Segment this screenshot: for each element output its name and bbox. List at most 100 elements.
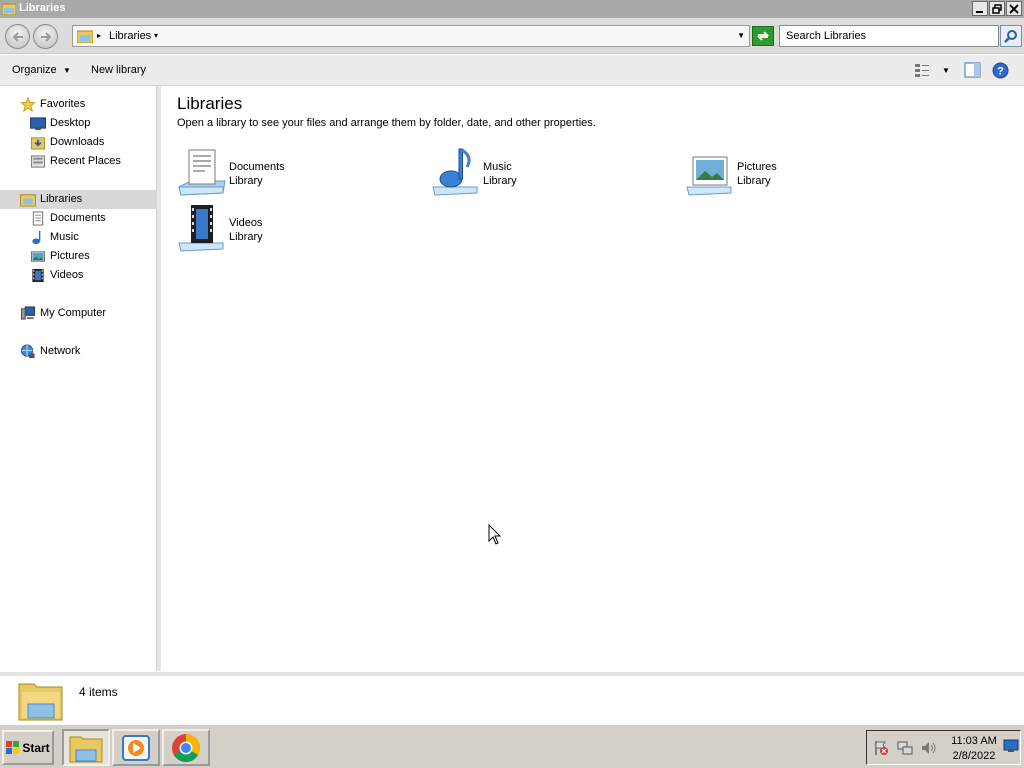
videos-film-icon (32, 268, 44, 283)
videos-library-icon (178, 205, 224, 252)
nav-desktop[interactable]: Desktop (0, 114, 157, 133)
library-item-documents[interactable]: Documents Library (177, 147, 417, 199)
organize-button[interactable]: Organize (12, 64, 57, 76)
clock-time[interactable]: 11:03 AM (951, 735, 997, 747)
nav-pictures-label: Pictures (50, 250, 90, 262)
restore-button[interactable] (989, 1, 1005, 16)
refresh-button[interactable] (752, 26, 774, 46)
nav-favorites-label: Favorites (40, 98, 86, 110)
library-item-music[interactable]: Music Library (431, 147, 671, 199)
nav-network[interactable]: Network (0, 342, 157, 361)
network-status-icon[interactable] (897, 740, 913, 756)
address-bar[interactable]: ▸ Libraries ▾ ▼ (72, 25, 750, 47)
volume-icon[interactable] (921, 740, 937, 756)
computer-icon (20, 306, 36, 320)
nav-desktop-label: Desktop (50, 117, 91, 129)
item-count: 4 items (79, 685, 118, 699)
close-icon (1009, 3, 1019, 14)
refresh-icon (756, 31, 770, 41)
nav-downloads-label: Downloads (50, 136, 105, 148)
windows-logo-icon (6, 740, 20, 754)
search-input[interactable]: Search Libraries (779, 25, 999, 47)
nav-libraries[interactable]: Libraries (0, 190, 157, 209)
command-bar: Organize ▼ New library ▼ ? (0, 55, 1024, 86)
nav-libraries-label: Libraries (40, 193, 83, 205)
documents-icon (32, 211, 44, 226)
nav-recent-places-label: Recent Places (50, 155, 121, 167)
search-button[interactable] (1000, 25, 1022, 47)
favorites-star-icon (20, 97, 36, 112)
network-globe-icon (20, 344, 35, 359)
library-type: Library (229, 231, 263, 243)
libraries-folder-icon (18, 683, 63, 721)
new-library-button[interactable]: New library (91, 64, 146, 76)
details-pane: 4 items (0, 672, 1024, 724)
nav-documents[interactable]: Documents (0, 209, 157, 228)
libraries-folder-icon (2, 3, 16, 15)
system-tray: 11:03 AM 2/8/2022 (866, 730, 1021, 765)
view-options-dropdown-icon[interactable]: ▼ (942, 66, 950, 75)
library-name: Documents (229, 161, 285, 173)
forward-button[interactable] (33, 24, 58, 49)
libraries-folder-icon (20, 194, 36, 207)
content-area: Libraries Open a library to see your fil… (161, 86, 1024, 671)
music-library-icon (432, 148, 478, 196)
show-desktop-icon[interactable] (1003, 739, 1019, 753)
address-history-dropdown-icon[interactable]: ▼ (737, 31, 745, 40)
nav-music[interactable]: Music (0, 228, 157, 247)
pictures-icon (30, 251, 46, 262)
restore-icon (992, 3, 1002, 14)
breadcrumb-libraries[interactable]: Libraries (109, 30, 151, 42)
library-name: Videos (229, 217, 263, 229)
library-name: Pictures (737, 161, 777, 173)
mouse-cursor-icon (488, 524, 502, 545)
nav-network-label: Network (40, 345, 81, 357)
taskbar: Start 11:03 AM 2/8/2022 (0, 724, 1024, 768)
media-player-icon (122, 734, 150, 761)
taskbar-chrome-button[interactable] (162, 729, 210, 766)
nav-pictures[interactable]: Pictures (0, 247, 157, 266)
nav-videos[interactable]: Videos (0, 266, 157, 285)
nav-recent-places[interactable]: Recent Places (0, 152, 157, 171)
music-note-icon (32, 230, 41, 245)
nav-my-computer[interactable]: My Computer (0, 304, 157, 323)
preview-pane-icon[interactable] (964, 62, 981, 78)
nav-music-label: Music (50, 231, 79, 243)
search-icon (1004, 30, 1017, 43)
nav-favorites[interactable]: Favorites (0, 95, 157, 114)
help-icon[interactable]: ? (992, 62, 1009, 79)
start-label: Start (22, 740, 50, 755)
change-view-icon[interactable] (914, 62, 930, 78)
navigation-pane: Favorites Desktop Downloads Recent Place… (0, 86, 157, 671)
back-button[interactable] (5, 24, 30, 49)
libraries-folder-icon (77, 30, 93, 43)
library-item-pictures[interactable]: Pictures Library (685, 147, 925, 199)
title-bar: Libraries (0, 0, 1024, 18)
page-title: Libraries (177, 94, 243, 113)
action-center-flag-icon[interactable] (873, 740, 889, 756)
organize-dropdown-icon[interactable]: ▼ (63, 66, 71, 75)
documents-library-icon (178, 149, 226, 196)
back-arrow-icon (12, 31, 23, 42)
library-name: Music (483, 161, 512, 173)
downloads-folder-icon (30, 137, 46, 150)
start-button[interactable]: Start (2, 730, 54, 765)
page-description: Open a library to see your files and arr… (177, 117, 596, 129)
clock-date[interactable]: 2/8/2022 (949, 750, 999, 762)
address-row: ▸ Libraries ▾ ▼ Search Libraries (0, 18, 1024, 54)
explorer-folder-icon (69, 736, 103, 762)
forward-arrow-icon (40, 31, 51, 42)
library-type: Library (483, 175, 517, 187)
nav-downloads[interactable]: Downloads (0, 133, 157, 152)
breadcrumb-separator-icon[interactable]: ▸ (97, 31, 101, 40)
breadcrumb-dropdown-icon[interactable]: ▾ (154, 31, 158, 40)
taskbar-media-player-button[interactable] (112, 729, 160, 766)
close-button[interactable] (1006, 1, 1022, 16)
minimize-icon (976, 10, 983, 13)
library-item-videos[interactable]: Videos Library (177, 203, 417, 255)
window-title: Libraries (19, 2, 66, 14)
chrome-icon (172, 733, 200, 762)
svg-text:?: ? (997, 66, 1004, 78)
minimize-button[interactable] (972, 1, 988, 16)
taskbar-explorer-button[interactable] (62, 729, 110, 766)
